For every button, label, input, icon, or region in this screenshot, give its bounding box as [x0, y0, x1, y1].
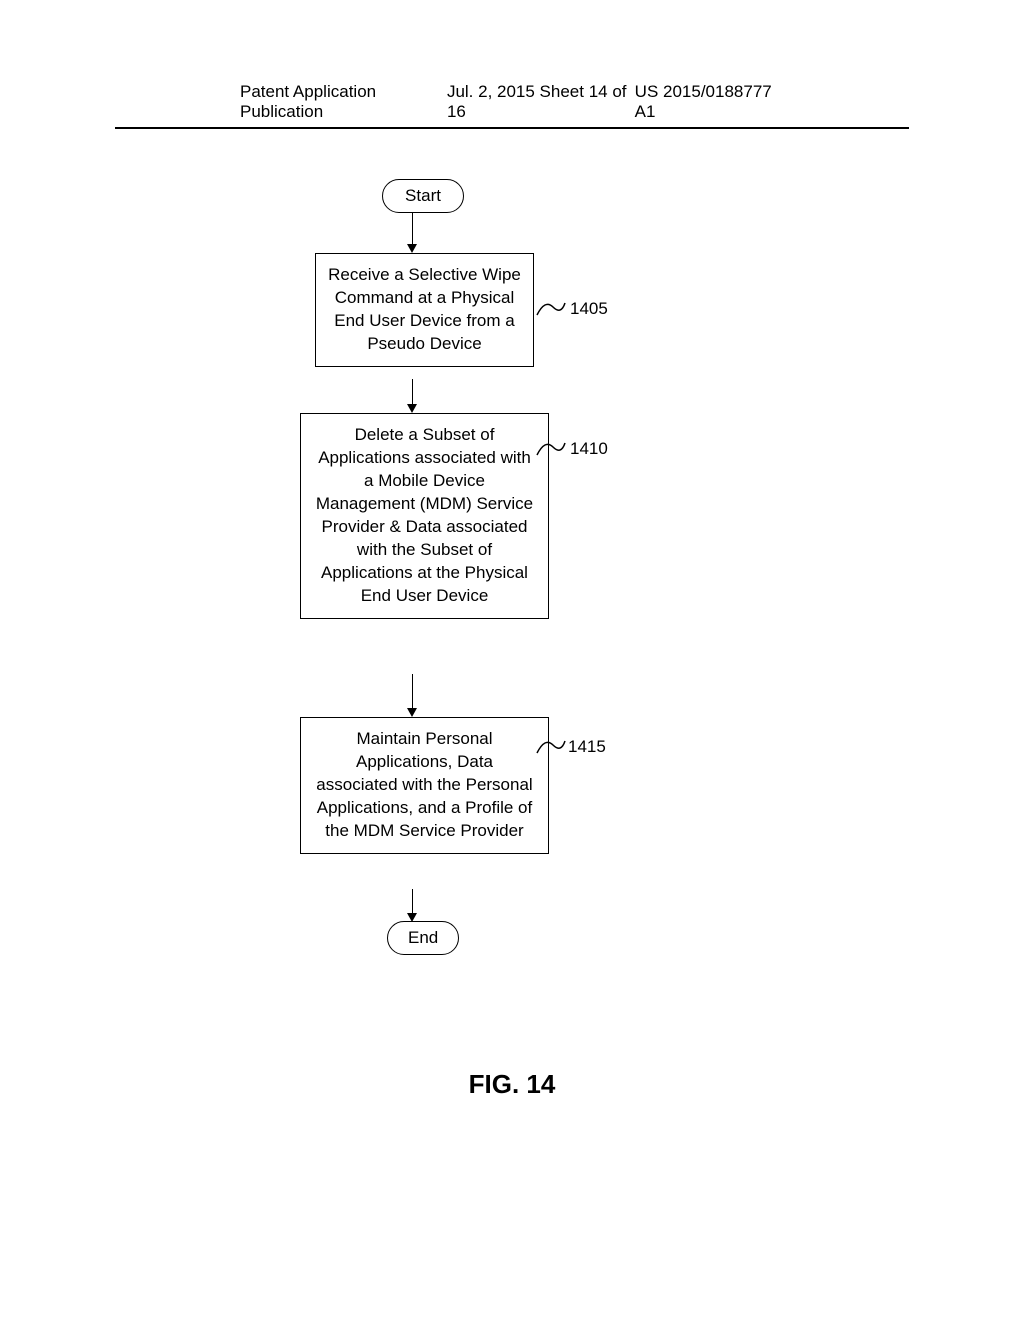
- flowchart-start-terminal: Start: [382, 179, 464, 213]
- callout-curve-icon: [535, 437, 567, 459]
- arrowhead-icon: [407, 708, 417, 717]
- flowchart-diagram: Start Receive a Selective Wipe Command a…: [0, 179, 1024, 959]
- arrowhead-icon: [407, 244, 417, 253]
- reference-label-1405: 1405: [570, 299, 608, 319]
- flowchart-process-1405: Receive a Selective Wipe Command at a Ph…: [315, 253, 534, 367]
- header-publication-type: Patent Application Publication: [240, 82, 447, 122]
- callout-curve-icon: [535, 735, 567, 757]
- page-header: Patent Application Publication Jul. 2, 2…: [115, 0, 909, 129]
- flowchart-process-1410: Delete a Subset of Applications associat…: [300, 413, 549, 619]
- flowchart-process-1415: Maintain Personal Applications, Data ass…: [300, 717, 549, 854]
- callout-curve-icon: [535, 297, 567, 319]
- flowchart-end-terminal: End: [387, 921, 459, 955]
- arrowhead-icon: [407, 404, 417, 413]
- reference-label-1410: 1410: [570, 439, 608, 459]
- header-date-sheet: Jul. 2, 2015 Sheet 14 of 16: [447, 82, 635, 122]
- flowchart-arrow: [412, 379, 413, 404]
- flowchart-arrow: [412, 674, 413, 708]
- header-patent-number: US 2015/0188777 A1: [635, 82, 784, 122]
- figure-caption: FIG. 14: [0, 1069, 1024, 1100]
- reference-label-1415: 1415: [568, 737, 606, 757]
- flowchart-arrow: [412, 889, 413, 913]
- flowchart-arrow: [412, 212, 413, 244]
